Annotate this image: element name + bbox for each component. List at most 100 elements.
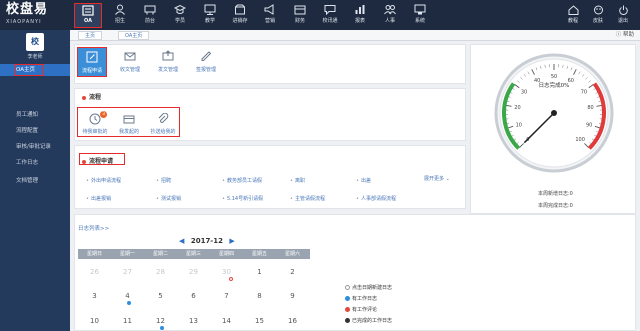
sidebar-item-work-log[interactable]: 工作日志 — [0, 157, 70, 169]
gauge-tick-label: 90 — [586, 122, 592, 128]
gauge-tick-label: 50 — [551, 74, 557, 80]
sidebar-item-approval-records[interactable]: 审核/审批记录 — [0, 141, 70, 153]
quick-inbox[interactable]: 收文管理 — [115, 47, 145, 77]
legend-item: 有工作日志 — [345, 295, 377, 302]
help-icon: ⓘ — [615, 32, 622, 38]
apply-item[interactable]: • 出差报销 — [86, 195, 111, 202]
logout-button[interactable]: 退出 — [612, 3, 634, 28]
nav-system[interactable]: 系统 — [406, 3, 434, 28]
sidebar-item-notice[interactable]: 员工通知 — [0, 109, 70, 121]
outbox-icon — [162, 50, 174, 61]
calendar-day[interactable]: 16 — [276, 317, 309, 325]
sidebar-item-documents[interactable]: 文档管理 — [0, 175, 70, 187]
sidebar: 校 李老师 OA主页 员工通知 流程配置 审核/审批记录 工作日志 文档管理 — [0, 30, 70, 331]
help-label: 帮助 — [622, 32, 634, 38]
nav-oa[interactable]: OA — [74, 3, 102, 28]
process-title: 流程 — [82, 92, 101, 101]
card-icon — [123, 115, 135, 124]
calendar-day[interactable]: 28 — [144, 268, 177, 276]
calendar-day[interactable]: 3 — [78, 292, 111, 300]
process-pending[interactable]: 3 待我审批的 — [80, 111, 110, 135]
brand-logo: 校盘易 XIAOPANYI — [6, 3, 68, 27]
help-button[interactable]: ⓘ 帮助 — [616, 30, 634, 41]
nav-label: OA — [84, 18, 92, 24]
nav-marketing[interactable]: 营销 — [256, 3, 284, 28]
nav-desk[interactable]: 前台 — [136, 3, 164, 28]
sidebar-item-process-config[interactable]: 流程配置 — [0, 125, 70, 137]
apply-item[interactable]: • 主管请假流程 — [290, 195, 325, 202]
log-marker — [127, 301, 131, 305]
avatar: 校 — [26, 33, 44, 51]
apply-item[interactable]: • 5.14号新引请假 — [222, 195, 263, 202]
calendar-day[interactable]: 4 — [111, 292, 144, 300]
nav-teaching[interactable]: 教学 — [196, 3, 224, 28]
apply-item[interactable]: • 外出申请流程 — [86, 177, 121, 184]
top-navbar: 校盘易 XIAOPANYI OA 招生 前台 学员 教学 进销存 营销 财务 校… — [0, 0, 640, 30]
tab-home[interactable]: 主页 — [78, 31, 103, 40]
apply-item[interactable]: • 出差 — [356, 177, 371, 184]
weekday-label: 星期四 — [218, 251, 234, 257]
skin-button[interactable]: 皮肤 — [587, 3, 609, 28]
nav-finance[interactable]: 财务 — [286, 3, 314, 28]
apply-item[interactable]: • 离职 — [290, 177, 305, 184]
calendar-day[interactable]: 1 — [243, 268, 276, 276]
apply-item[interactable]: • 教务部员工请假 — [222, 177, 262, 184]
calendar-day[interactable]: 30 — [210, 268, 243, 276]
weekday-label: 星期一 — [119, 251, 135, 257]
inventory-icon — [235, 4, 245, 15]
tutorial-button[interactable]: 教程 — [562, 3, 584, 28]
edit-icon — [86, 51, 98, 63]
calendar-day[interactable]: 6 — [177, 292, 210, 300]
nav-label: 校讯通 — [322, 18, 338, 24]
calendar-day[interactable]: 29 — [177, 268, 210, 276]
nav-label: 学员 — [174, 18, 185, 24]
calendar-day[interactable]: 10 — [78, 317, 111, 325]
calendar-day[interactable]: 26 — [78, 268, 111, 276]
next-month-icon[interactable]: ▶ — [229, 237, 234, 245]
quick-label: 签报管理 — [195, 67, 216, 73]
calendar-day[interactable]: 27 — [111, 268, 144, 276]
log-gauge-panel: 0102030405060708090100 日志完成0% — [470, 44, 636, 214]
calendar-day[interactable]: 15 — [243, 317, 276, 325]
gauge-tick-label: 20 — [514, 105, 520, 111]
gauge-tick-label: 80 — [587, 105, 593, 111]
nav-message[interactable]: 校讯通 — [316, 3, 344, 28]
sidebar-item-oa-home[interactable]: OA主页 — [0, 64, 70, 76]
prev-month-icon[interactable]: ◀ — [179, 237, 184, 245]
process-initiated[interactable]: 我发起的 — [114, 113, 144, 135]
calendar-day[interactable]: 9 — [276, 292, 309, 300]
calendar-day[interactable]: 8 — [243, 292, 276, 300]
quick-sign[interactable]: 签报管理 — [191, 47, 221, 77]
show-more-link[interactable]: 展开更多 ⌄ — [424, 175, 450, 182]
nav-label: 财务 — [294, 18, 305, 24]
calendar-day[interactable]: 12 — [144, 317, 177, 325]
nav-report[interactable]: 报表 — [346, 3, 374, 28]
log-list-link[interactable]: 日志列表>> — [78, 224, 109, 232]
calendar-day[interactable]: 14 — [210, 317, 243, 325]
calendar-day[interactable]: 2 — [276, 268, 309, 276]
tab-oa-home[interactable]: OA主页 — [118, 31, 150, 40]
nav-enroll[interactable]: 招生 — [106, 3, 134, 28]
marketing-icon — [264, 4, 274, 15]
calendar-day[interactable]: 7 — [210, 292, 243, 300]
apply-item[interactable]: • 人事部请假流程 — [356, 195, 396, 202]
quick-process-apply[interactable]: 流程申请 — [77, 47, 107, 77]
process-cc[interactable]: 抄送给我的 — [148, 113, 178, 135]
gauge: 0102030405060708090100 日志完成0% — [494, 53, 614, 173]
nav-hr[interactable]: 人事 — [376, 3, 404, 28]
desk-icon — [144, 5, 156, 15]
apply-item[interactable]: • 测试报销 — [156, 195, 181, 202]
nav-student[interactable]: 学员 — [166, 3, 194, 28]
process-label: 我发起的 — [118, 129, 139, 135]
calendar-day[interactable]: 13 — [177, 317, 210, 325]
calendar-day[interactable]: 11 — [111, 317, 144, 325]
calendar-day[interactable]: 5 — [144, 292, 177, 300]
legend-swatch — [345, 285, 350, 290]
nav-inventory[interactable]: 进销存 — [226, 3, 254, 28]
finance-icon — [294, 5, 306, 15]
weekday-label: 星期六 — [284, 251, 300, 257]
apply-item[interactable]: • 招聘 — [156, 177, 171, 184]
quick-outbox[interactable]: 发文管理 — [153, 47, 183, 77]
weekday-label: 星期二 — [152, 251, 168, 257]
chevron-down-icon: ⌄ — [445, 176, 450, 182]
